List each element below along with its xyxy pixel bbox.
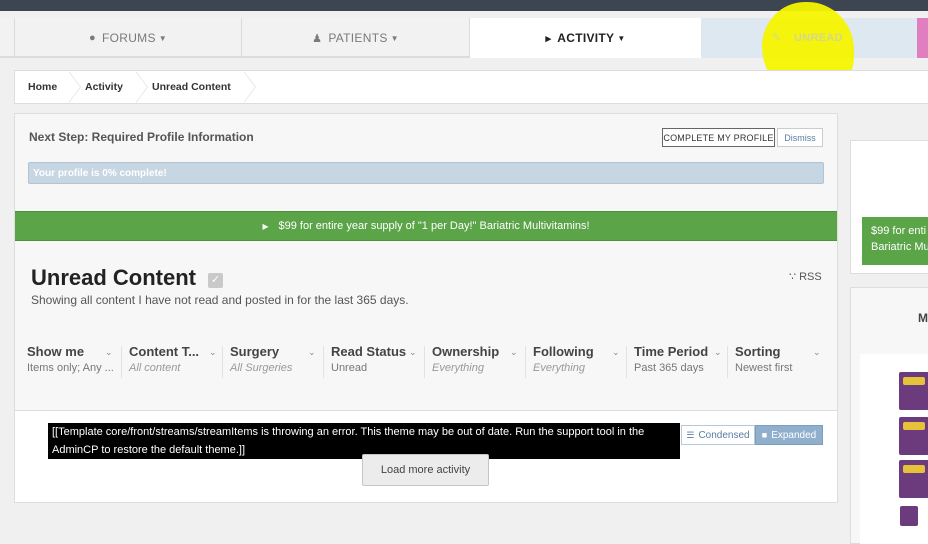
filter-value: Items only; Any ...: [27, 362, 114, 374]
chevron-down-icon: ⌄: [409, 347, 417, 357]
condensed-view-button[interactable]: ☰ Condensed: [681, 425, 755, 445]
filter-value: Everything: [432, 362, 484, 374]
expanded-view-button[interactable]: ■ Expanded: [755, 425, 823, 445]
filter-time-period[interactable]: Time Period Past 365 days ⌄: [634, 344, 726, 380]
filter-following[interactable]: Following Everything ⌄: [533, 344, 625, 380]
filter-sorting[interactable]: Sorting Newest first ⌄: [735, 344, 827, 380]
filter-value: Everything: [533, 362, 585, 374]
sidebar-promo-line2: Bariatric Mu: [871, 241, 928, 253]
filter-value: Past 365 days: [634, 362, 704, 374]
sidebar-widget-heading: M: [918, 311, 928, 325]
chevron-down-icon: ⌄: [612, 347, 620, 357]
nav-activity[interactable]: ▸ ACTIVITY ▼: [469, 18, 701, 58]
nav-forums[interactable]: ● FORUMS ▼: [14, 18, 241, 58]
product-thumbnail[interactable]: [900, 506, 918, 526]
breadcrumb-separator: [243, 71, 256, 103]
filter-divider: [222, 346, 223, 378]
condensed-label: Condensed: [698, 429, 750, 441]
list-icon: ☰: [686, 429, 695, 440]
chevron-down-icon: ⌄: [714, 347, 722, 357]
filter-label: Read Status: [331, 344, 407, 359]
filter-show-me[interactable]: Show me Items only; Any ... ⌄: [27, 344, 119, 380]
filter-label: Show me: [27, 344, 85, 359]
sidebar-ad-widget: $99 for enti Bariatric Mu: [850, 140, 928, 274]
filter-divider: [424, 346, 425, 378]
promo-banner[interactable]: ▸ $99 for entire year supply of "1 per D…: [15, 211, 837, 241]
megaphone-icon: ▸: [262, 219, 269, 233]
filter-divider: [525, 346, 526, 378]
filter-ownership[interactable]: Ownership Everything ⌄: [432, 344, 524, 380]
sidebar-product-widget: M: [850, 287, 928, 544]
filter-divider: [323, 346, 324, 378]
filter-divider: [626, 346, 627, 378]
rss-link[interactable]: ∵ RSS: [789, 270, 822, 283]
megaphone-icon: ▸: [545, 32, 552, 45]
filter-divider: [121, 346, 122, 378]
filter-content-type[interactable]: Content T... All content ⌄: [129, 344, 221, 380]
nav-activity-label: ACTIVITY: [557, 31, 615, 45]
breadcrumb-home[interactable]: Home: [28, 71, 57, 103]
breadcrumb-current: Unread Content: [152, 81, 231, 93]
chevron-down-icon: ⌄: [105, 347, 113, 357]
product-gallery: [860, 354, 928, 544]
profile-progress-bar: Your profile is 0% complete!: [28, 162, 824, 184]
breadcrumb-separator: [135, 71, 148, 103]
chevron-down-icon: ▼: [158, 33, 167, 43]
filter-label: Time Period: [634, 344, 709, 359]
profile-step-title: Next Step: Required Profile Information: [29, 130, 254, 144]
filter-label: Ownership: [432, 344, 500, 359]
chevron-down-icon: ⌄: [308, 347, 316, 357]
chevron-down-icon: ⌄: [209, 347, 217, 357]
nav-patients[interactable]: ♟ PATIENTS ▼: [241, 18, 469, 58]
filter-value: All content: [129, 362, 181, 374]
progress-text: Your profile is 0% complete!: [33, 168, 167, 179]
filter-label: Sorting: [735, 344, 781, 359]
rss-icon: ∵: [789, 271, 796, 283]
filter-label: Content T...: [129, 344, 200, 359]
filter-value: Newest first: [735, 362, 793, 374]
filter-read-status[interactable]: Read Status Unread ⌄: [331, 344, 423, 380]
product-image[interactable]: [899, 460, 928, 498]
product-image[interactable]: [899, 417, 928, 455]
dismiss-button[interactable]: Dismiss: [777, 128, 823, 147]
nav-unread-label[interactable]: UNREAD: [794, 32, 843, 44]
product-image[interactable]: [899, 372, 928, 410]
square-icon: ■: [761, 430, 768, 440]
activity-stream: [[Template core/front/streams/streamItem…: [15, 410, 837, 502]
chevron-down-icon: ⌄: [510, 347, 518, 357]
chevron-down-icon: ▼: [617, 33, 626, 43]
sidebar-promo-line1: $99 for enti: [871, 225, 927, 237]
filter-label: Surgery: [230, 344, 280, 359]
user-icon: ♟: [312, 32, 323, 45]
nav-extra-tab[interactable]: [917, 18, 928, 58]
comments-icon: ●: [89, 32, 96, 44]
unread-icon: ✎: [772, 32, 782, 44]
main-content: Next Step: Required Profile Information …: [14, 113, 838, 503]
promo-text: $99 for entire year supply of "1 per Day…: [278, 220, 590, 232]
breadcrumb-activity[interactable]: Activity: [85, 71, 123, 103]
nav-patients-label: PATIENTS: [328, 31, 388, 45]
load-more-button[interactable]: Load more activity: [362, 454, 489, 486]
filter-value: Unread: [331, 362, 368, 374]
chevron-down-icon: ⌄: [813, 347, 821, 357]
page-title: Unread Content: [31, 265, 196, 290]
nav-forums-label: FORUMS: [101, 31, 156, 45]
breadcrumb-separator: [68, 71, 81, 103]
sidebar-promo[interactable]: $99 for enti Bariatric Mu: [862, 217, 928, 265]
filter-surgery[interactable]: Surgery All Surgeries ⌄: [230, 344, 322, 380]
filter-label: Following: [533, 344, 594, 359]
complete-profile-button[interactable]: COMPLETE MY PROFILE: [662, 128, 775, 147]
chevron-down-icon: ▼: [390, 33, 399, 43]
check-icon[interactable]: ✓: [208, 273, 223, 288]
filter-value: All Surgeries: [230, 362, 293, 374]
filter-divider: [727, 346, 728, 378]
breadcrumb: Home Activity Unread Content: [14, 70, 928, 104]
page-subtitle: Showing all content I have not read and …: [31, 293, 409, 307]
rss-label: RSS: [799, 271, 822, 283]
expanded-label: Expanded: [771, 429, 817, 441]
